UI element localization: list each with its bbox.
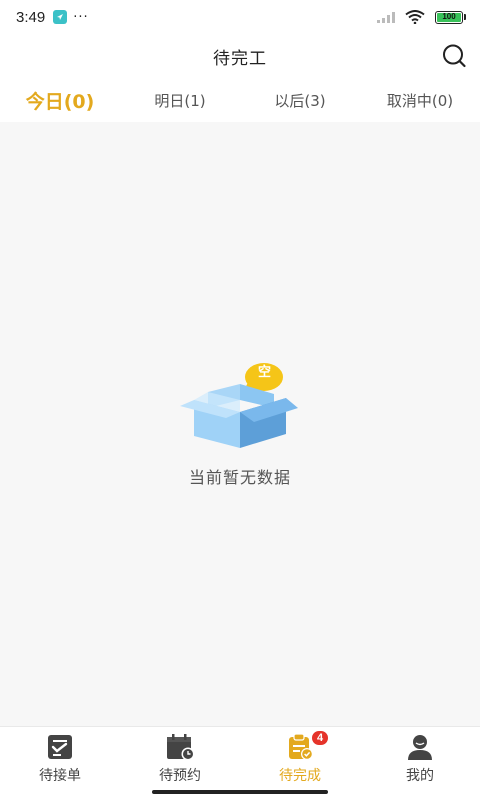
status-time: 3:49 [16, 8, 46, 26]
nav-item-pending-accept[interactable]: 待接单 [0, 727, 120, 800]
nav-item-me[interactable]: 我的 [360, 727, 480, 800]
date-tabs: 今日(0) 明日(1) 以后(3) 取消中(0) [0, 78, 480, 122]
search-icon [443, 44, 466, 68]
content-area: 空 当前暂无数据 [0, 122, 480, 726]
user-icon [408, 735, 432, 760]
more-notifications-icon: ··· [73, 9, 89, 25]
clipboard-check-icon [48, 735, 72, 759]
wifi-icon [405, 10, 425, 24]
nav-label: 待接单 [39, 768, 81, 784]
empty-box-icon [180, 363, 298, 448]
status-bar: 3:49 ··· 100 [0, 0, 480, 34]
battery-icon: 100 [435, 10, 466, 24]
page-title: 待完工 [213, 48, 267, 69]
notification-badge: 4 [310, 729, 330, 747]
nav-label: 我的 [406, 768, 434, 784]
empty-state: 空 当前暂无数据 [0, 362, 480, 488]
bottom-nav: 待接单 待预约 待完成 4 我的 [0, 726, 480, 800]
nav-label: 待预约 [159, 768, 201, 784]
tab-tomorrow[interactable]: 明日(1) [120, 90, 240, 111]
tab-later[interactable]: 以后(3) [240, 90, 360, 111]
calendar-clock-icon [167, 734, 195, 761]
app-notification-icon [53, 10, 68, 24]
app-header: 待完工 [0, 34, 480, 78]
nav-label: 待完成 [279, 768, 321, 784]
empty-bubble-text: 空 [258, 365, 272, 380]
tab-cancelling[interactable]: 取消中(0) [360, 90, 480, 111]
home-indicator[interactable] [152, 790, 328, 794]
search-button[interactable] [440, 42, 468, 70]
battery-level: 100 [437, 12, 461, 22]
empty-message: 当前暂无数据 [188, 468, 291, 487]
cellular-signal-icon [377, 11, 395, 23]
tab-today[interactable]: 今日(0) [0, 87, 120, 114]
